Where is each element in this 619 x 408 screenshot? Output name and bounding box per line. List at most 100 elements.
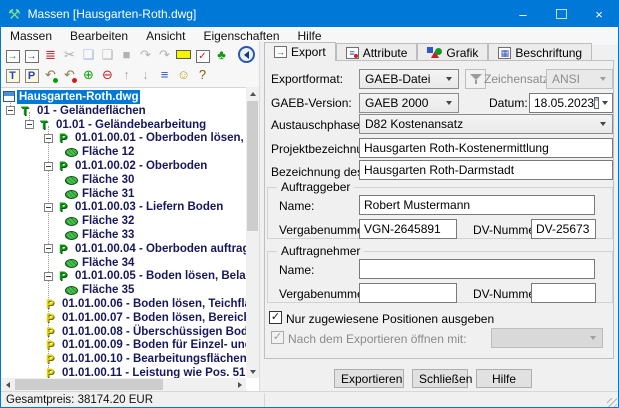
tree-item[interactable]: T01 - Geländeflächen	[1, 104, 259, 118]
minimize-button[interactable]: –	[504, 1, 542, 27]
tree-item[interactable]: Hausgarten-Roth.dwg	[1, 90, 259, 104]
tree-item-label[interactable]: Fläche 33	[80, 228, 136, 242]
tab-attribute[interactable]: ≡Attribute	[336, 43, 418, 61]
resize-grip-icon[interactable]	[607, 398, 617, 408]
tree-item[interactable]: P01.01.00.08 - Überschüssigen Boden abfa…	[1, 325, 259, 339]
tree-item-label[interactable]: Fläche 31	[80, 187, 136, 201]
tree-item-label[interactable]: 01.01.00.03 - Liefern Boden	[73, 200, 225, 214]
tree-item-label[interactable]: Fläche 30	[80, 173, 136, 187]
menu-item-ansicht[interactable]: Ansicht	[137, 27, 194, 45]
nur-zugewiesene-checkbox[interactable]: ✓	[269, 311, 282, 324]
austauschphase-combobox[interactable]: D82 Kostenansatz	[359, 114, 613, 134]
tree-item[interactable]: P01.01.00.07 - Boden lösen, Bereich abzu…	[1, 311, 259, 325]
tree-vertical-scrollbar[interactable]	[246, 87, 259, 378]
report-check-icon[interactable]: ✓	[193, 46, 212, 65]
assign-area-icon[interactable]: ↶	[41, 66, 60, 85]
titel-icon[interactable]: T	[3, 66, 22, 85]
tree-item-label[interactable]: 01.01.00.02 - Oberboden	[73, 159, 209, 173]
tree-item[interactable]: T01.01 - Geländebearbeitung	[1, 118, 259, 132]
tree-item-label[interactable]: 01.01.00.08 - Überschüssigen Boden abfah…	[60, 325, 259, 339]
tree-item[interactable]: P01.01.00.05 - Boden lösen, Belagsfläche…	[1, 269, 259, 283]
tree-item[interactable]: Fläche 31	[1, 187, 259, 201]
close-button[interactable]: ×	[580, 1, 618, 27]
structure-list-icon[interactable]: ≡	[155, 66, 174, 85]
maximize-button[interactable]	[542, 1, 580, 27]
collapse-minus-icon[interactable]	[6, 106, 15, 115]
cut-icon[interactable]: ✂	[60, 46, 79, 65]
assign-left-icon[interactable]: ↷	[136, 46, 155, 65]
auftragnehmer-vergabenummer-input[interactable]	[359, 283, 457, 303]
datum-datepicker[interactable]: 18.05.2023	[529, 93, 613, 113]
zoom-window-icon[interactable]	[174, 46, 193, 65]
auftraggeber-dv-nummer-input[interactable]	[531, 219, 596, 239]
tree-item[interactable]: P01.01.00.02 - Oberboden	[1, 159, 259, 173]
collapse-minus-icon[interactable]	[44, 244, 53, 253]
tree-item-label[interactable]: Fläche 32	[80, 214, 136, 228]
lv-bezeichnung-input[interactable]	[359, 160, 613, 180]
menu-item-bearbeiten[interactable]: Bearbeiten	[61, 27, 137, 45]
collapse-panel-button[interactable]	[238, 46, 255, 63]
position-icon[interactable]: P	[22, 66, 41, 85]
tree-item[interactable]: Fläche 32	[1, 214, 259, 228]
export-drawing-icon[interactable]: →	[22, 46, 41, 65]
collapse-minus-icon[interactable]	[44, 203, 53, 212]
tree-item-label[interactable]: Fläche 34	[80, 256, 136, 270]
scroll-right-icon[interactable]	[233, 378, 246, 391]
schliessen-button[interactable]: Schließen	[412, 369, 468, 388]
mass-list-icon[interactable]: ≣	[41, 46, 60, 65]
tree-item[interactable]: P01.01.00.04 - Oberboden auftragen	[1, 242, 259, 256]
tree-item-label[interactable]: 01.01.00.04 - Oberboden auftragen	[73, 242, 259, 256]
tree-item[interactable]: P01.01.00.03 - Liefern Boden	[1, 200, 259, 214]
tab-beschriftung[interactable]: ▦Beschriftung	[488, 43, 592, 61]
tree-item-label[interactable]: 01 - Geländeflächen	[35, 104, 148, 118]
tree-item-label[interactable]: Fläche 35	[80, 283, 136, 297]
tree-item[interactable]: Fläche 33	[1, 228, 259, 242]
collapse-minus-icon[interactable]	[44, 162, 53, 171]
tree-item[interactable]: Fläche 12	[1, 145, 259, 159]
tree-item-label[interactable]: 01.01.00.01 - Oberboden lösen, laden, fö…	[73, 131, 259, 145]
remove-icon[interactable]: ⊖	[98, 66, 117, 85]
tab-grafik[interactable]: Grafik	[417, 43, 488, 61]
tree-item[interactable]: Fläche 35	[1, 283, 259, 297]
move-up-icon[interactable]: ↑	[117, 66, 136, 85]
auftraggeber-name-input[interactable]	[359, 195, 595, 215]
tree-item[interactable]: Fläche 30	[1, 173, 259, 187]
hilfe-button[interactable]: Hilfe	[476, 369, 532, 388]
tree-item[interactable]: P01.01.00.01 - Oberboden lösen, laden, f…	[1, 131, 259, 145]
tree-item-label[interactable]: 01.01.00.09 - Boden für Einzel- und Punk…	[60, 338, 259, 352]
tree-item-label[interactable]: Hausgarten-Roth.dwg	[17, 90, 140, 104]
scroll-left-icon[interactable]	[1, 378, 14, 391]
exportieren-button[interactable]: Exportieren	[334, 369, 404, 388]
menu-item-massen[interactable]: Massen	[1, 27, 61, 45]
collapse-minus-icon[interactable]	[44, 272, 53, 281]
tree-item-label[interactable]: Fläche 12	[80, 145, 136, 159]
exportformat-combobox[interactable]: GAEB-Datei	[359, 69, 459, 89]
tree-item-label[interactable]: 01.01 - Geländebearbeitung	[54, 118, 208, 132]
delete-icon[interactable]: ■	[117, 46, 136, 65]
user-icon[interactable]: ☺	[174, 66, 193, 85]
tree-item-label[interactable]: 01.01.00.06 - Boden lösen, Teichflächen	[60, 297, 259, 311]
auftragnehmer-name-input[interactable]	[359, 259, 595, 279]
vertical-scroll-thumb[interactable]	[247, 101, 258, 231]
help-icon[interactable]: ?	[193, 66, 212, 85]
move-down-icon[interactable]: ↓	[136, 66, 155, 85]
projektbezeichnung-input[interactable]	[359, 138, 613, 158]
tree-item-label[interactable]: 01.01.00.05 - Boden lösen, Belagsflächen	[73, 269, 259, 283]
tree-item[interactable]: P01.01.00.10 - Bearbeitungsflächen forme…	[1, 352, 259, 366]
scroll-down-icon[interactable]	[246, 365, 259, 378]
tree-horizontal-scrollbar[interactable]	[1, 378, 246, 391]
paste-icon[interactable]: ❑	[98, 46, 117, 65]
scroll-up-icon[interactable]	[246, 87, 259, 100]
tree-item[interactable]: P01.01.00.09 - Boden für Einzel- und Pun…	[1, 338, 259, 352]
horizontal-scroll-thumb[interactable]	[15, 379, 163, 390]
tree-item-label[interactable]: 01.01.00.10 - Bearbeitungsflächen formen	[60, 352, 259, 366]
add-icon[interactable]: ⊕	[79, 66, 98, 85]
massen-plant-icon[interactable]: ♣	[212, 46, 231, 65]
tree-item[interactable]: P01.01.00.06 - Boden lösen, Teichflächen	[1, 297, 259, 311]
tab-export[interactable]: →Export	[264, 42, 336, 61]
collapse-minus-icon[interactable]	[44, 134, 53, 143]
import-drawing-icon[interactable]: →	[3, 46, 22, 65]
auftragnehmer-dv-nummer-input[interactable]	[531, 283, 596, 303]
auftraggeber-vergabenummer-input[interactable]	[359, 219, 457, 239]
tree-item[interactable]: Fläche 34	[1, 256, 259, 270]
